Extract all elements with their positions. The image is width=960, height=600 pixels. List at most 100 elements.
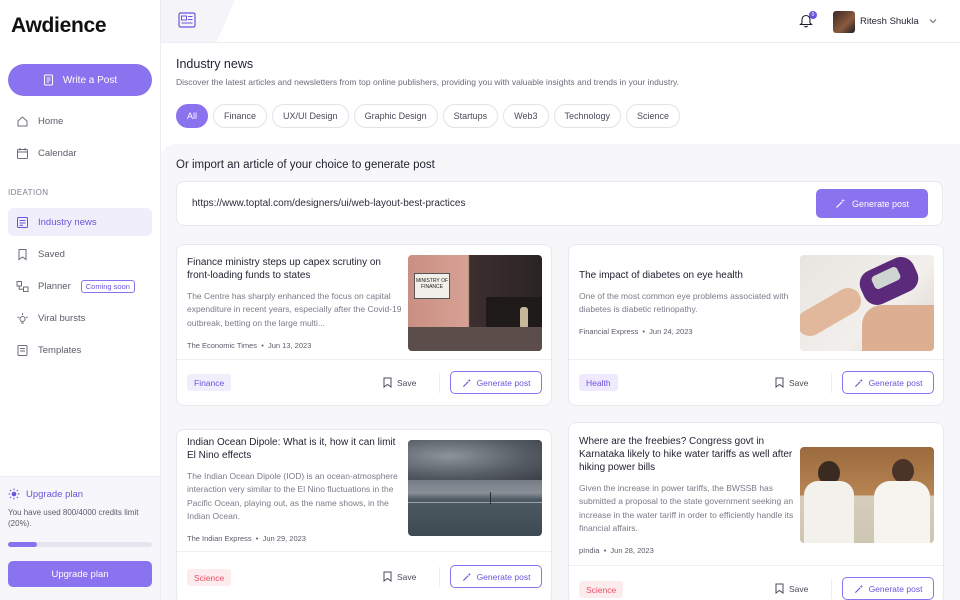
sidebar-item-industry-news[interactable]: Industry news <box>8 208 152 236</box>
image-person-right-head <box>892 459 914 483</box>
article-date: Jun 29, 2023 <box>262 534 306 543</box>
article-card[interactable]: Indian Ocean Dipole: What is it, how it … <box>176 429 552 600</box>
magic-wand-icon <box>854 378 863 387</box>
save-button[interactable]: Save <box>775 377 808 388</box>
sidebar-item-label: Viral bursts <box>38 312 86 324</box>
articles-panel: Or import an article of your choice to g… <box>161 144 960 600</box>
import-url-field[interactable]: https://www.toptal.com/designers/ui/web-… <box>176 181 943 226</box>
image-ground <box>408 327 542 351</box>
image-person-right-body <box>874 481 930 543</box>
article-source: The Economic Times <box>187 341 258 350</box>
generate-post-label: Generate post <box>476 571 531 582</box>
import-label: Or import an article of your choice to g… <box>176 159 435 171</box>
save-label: Save <box>789 377 809 388</box>
sidebar-item-calendar[interactable]: Calendar <box>8 139 152 167</box>
card-divider <box>177 551 551 552</box>
article-card[interactable]: Where are the freebies? Congress govt in… <box>568 422 944 600</box>
magic-wand-icon <box>854 584 863 593</box>
filter-chip-ux-ui-design[interactable]: UX/UI Design <box>272 104 349 128</box>
filter-chip-startups[interactable]: Startups <box>442 104 499 128</box>
upgrade-plan-link[interactable]: Upgrade plan <box>8 488 83 500</box>
save-label: Save <box>397 571 417 582</box>
bookmark-icon <box>383 377 392 388</box>
filter-chip-science[interactable]: Science <box>626 104 681 128</box>
sun-sparkle-icon <box>8 488 20 500</box>
article-title[interactable]: Finance ministry steps up capex scrutiny… <box>187 256 402 282</box>
article-title[interactable]: The impact of diabetes on eye health <box>579 269 794 282</box>
section-label-ideation: IDEATION <box>8 188 49 197</box>
article-meta: The Economic Times • Jun 13, 2023 <box>187 341 312 350</box>
app-logo[interactable]: Awdience <box>11 14 107 38</box>
bookmark-icon <box>16 248 29 261</box>
sidebar-item-saved[interactable]: Saved <box>8 240 152 268</box>
chevron-down-icon[interactable] <box>928 16 938 26</box>
image-clouds <box>408 440 542 480</box>
user-name[interactable]: Ritesh Shukla <box>860 16 919 27</box>
sidebar-item-planner[interactable]: Planner Coming soon <box>8 272 152 300</box>
sidebar-item-label: Home <box>38 115 64 127</box>
page-title: Industry news <box>176 57 254 71</box>
sidebar-item-label: Calendar <box>38 147 77 159</box>
image-person-left-body <box>804 481 854 543</box>
bookmark-icon <box>775 583 784 594</box>
topbar: 0 Ritesh Shukla <box>161 0 960 43</box>
main-content: Industry news Discover the latest articl… <box>161 43 960 600</box>
filter-chip-technology[interactable]: Technology <box>553 104 622 128</box>
sidebar-item-templates[interactable]: Templates <box>8 336 152 364</box>
card-divider <box>569 565 943 566</box>
news-icon <box>16 216 29 229</box>
article-meta: pIndia • Jun 28, 2023 <box>579 546 654 555</box>
magic-wand-icon <box>836 198 845 208</box>
article-card[interactable]: The impact of diabetes on eye health One… <box>568 244 944 406</box>
sidebar-item-home[interactable]: Home <box>8 107 152 135</box>
newspaper-icon[interactable] <box>178 12 196 28</box>
sidebar-item-label: Templates <box>38 344 82 356</box>
magic-wand-icon <box>462 572 471 581</box>
sidebar-item-viral-bursts[interactable]: Viral bursts <box>8 304 152 332</box>
write-post-button[interactable]: Write a Post <box>8 64 152 96</box>
sidebar: Awdience Write a Post Home Calendar IDEA… <box>0 0 161 600</box>
generate-post-button[interactable]: Generate post <box>450 565 542 588</box>
article-description: The Centre has sharply enhanced the focu… <box>187 291 402 328</box>
avatar[interactable] <box>833 11 855 33</box>
bookmark-icon <box>383 571 392 582</box>
article-date: Jun 13, 2023 <box>268 341 312 350</box>
topbar-tab <box>161 0 235 42</box>
image-sign: MINISTRY OF FINANCE <box>414 273 450 299</box>
article-card[interactable]: Finance ministry steps up capex scrutiny… <box>176 244 552 406</box>
sidebar-item-label: Saved <box>38 248 65 260</box>
image-horizon <box>408 502 542 503</box>
filter-chip-finance[interactable]: Finance <box>213 104 268 128</box>
save-label: Save <box>789 583 809 594</box>
action-divider <box>439 567 440 587</box>
category-tag: Health <box>579 374 618 391</box>
save-button[interactable]: Save <box>775 583 808 594</box>
article-title[interactable]: Indian Ocean Dipole: What is it, how it … <box>187 436 402 462</box>
category-tag: Science <box>187 569 232 586</box>
save-button[interactable]: Save <box>383 571 416 582</box>
notification-badge: 0 <box>809 11 817 19</box>
coming-soon-badge: Coming soon <box>80 279 135 293</box>
generate-post-button[interactable]: Generate post <box>842 371 934 394</box>
save-label: Save <box>397 377 417 388</box>
credits-progress-fill <box>8 542 37 547</box>
import-url-value[interactable]: https://www.toptal.com/designers/ui/web-… <box>192 198 465 209</box>
category-filters: All Finance UX/UI Design Graphic Design … <box>176 104 681 128</box>
generate-post-button[interactable]: Generate post <box>450 371 542 394</box>
import-generate-post-button[interactable]: Generate post <box>816 189 928 218</box>
article-source: The Indian Express <box>187 534 252 543</box>
card-divider <box>569 359 943 360</box>
article-image <box>408 440 542 536</box>
filter-chip-all[interactable]: All <box>176 104 209 128</box>
article-source: pIndia <box>579 546 600 555</box>
credits-usage-text: You have used 800/4000 credits limit (20… <box>8 508 139 528</box>
upgrade-plan-button[interactable]: Upgrade plan <box>8 561 152 587</box>
filter-chip-web3[interactable]: Web3 <box>503 104 549 128</box>
filter-chip-graphic-design[interactable]: Graphic Design <box>353 104 438 128</box>
generate-post-button[interactable]: Generate post <box>842 577 934 600</box>
action-divider <box>831 579 832 599</box>
card-divider <box>177 359 551 360</box>
article-meta: The Indian Express • Jun 29, 2023 <box>187 534 306 543</box>
article-title[interactable]: Where are the freebies? Congress govt in… <box>579 435 794 474</box>
save-button[interactable]: Save <box>383 377 416 388</box>
